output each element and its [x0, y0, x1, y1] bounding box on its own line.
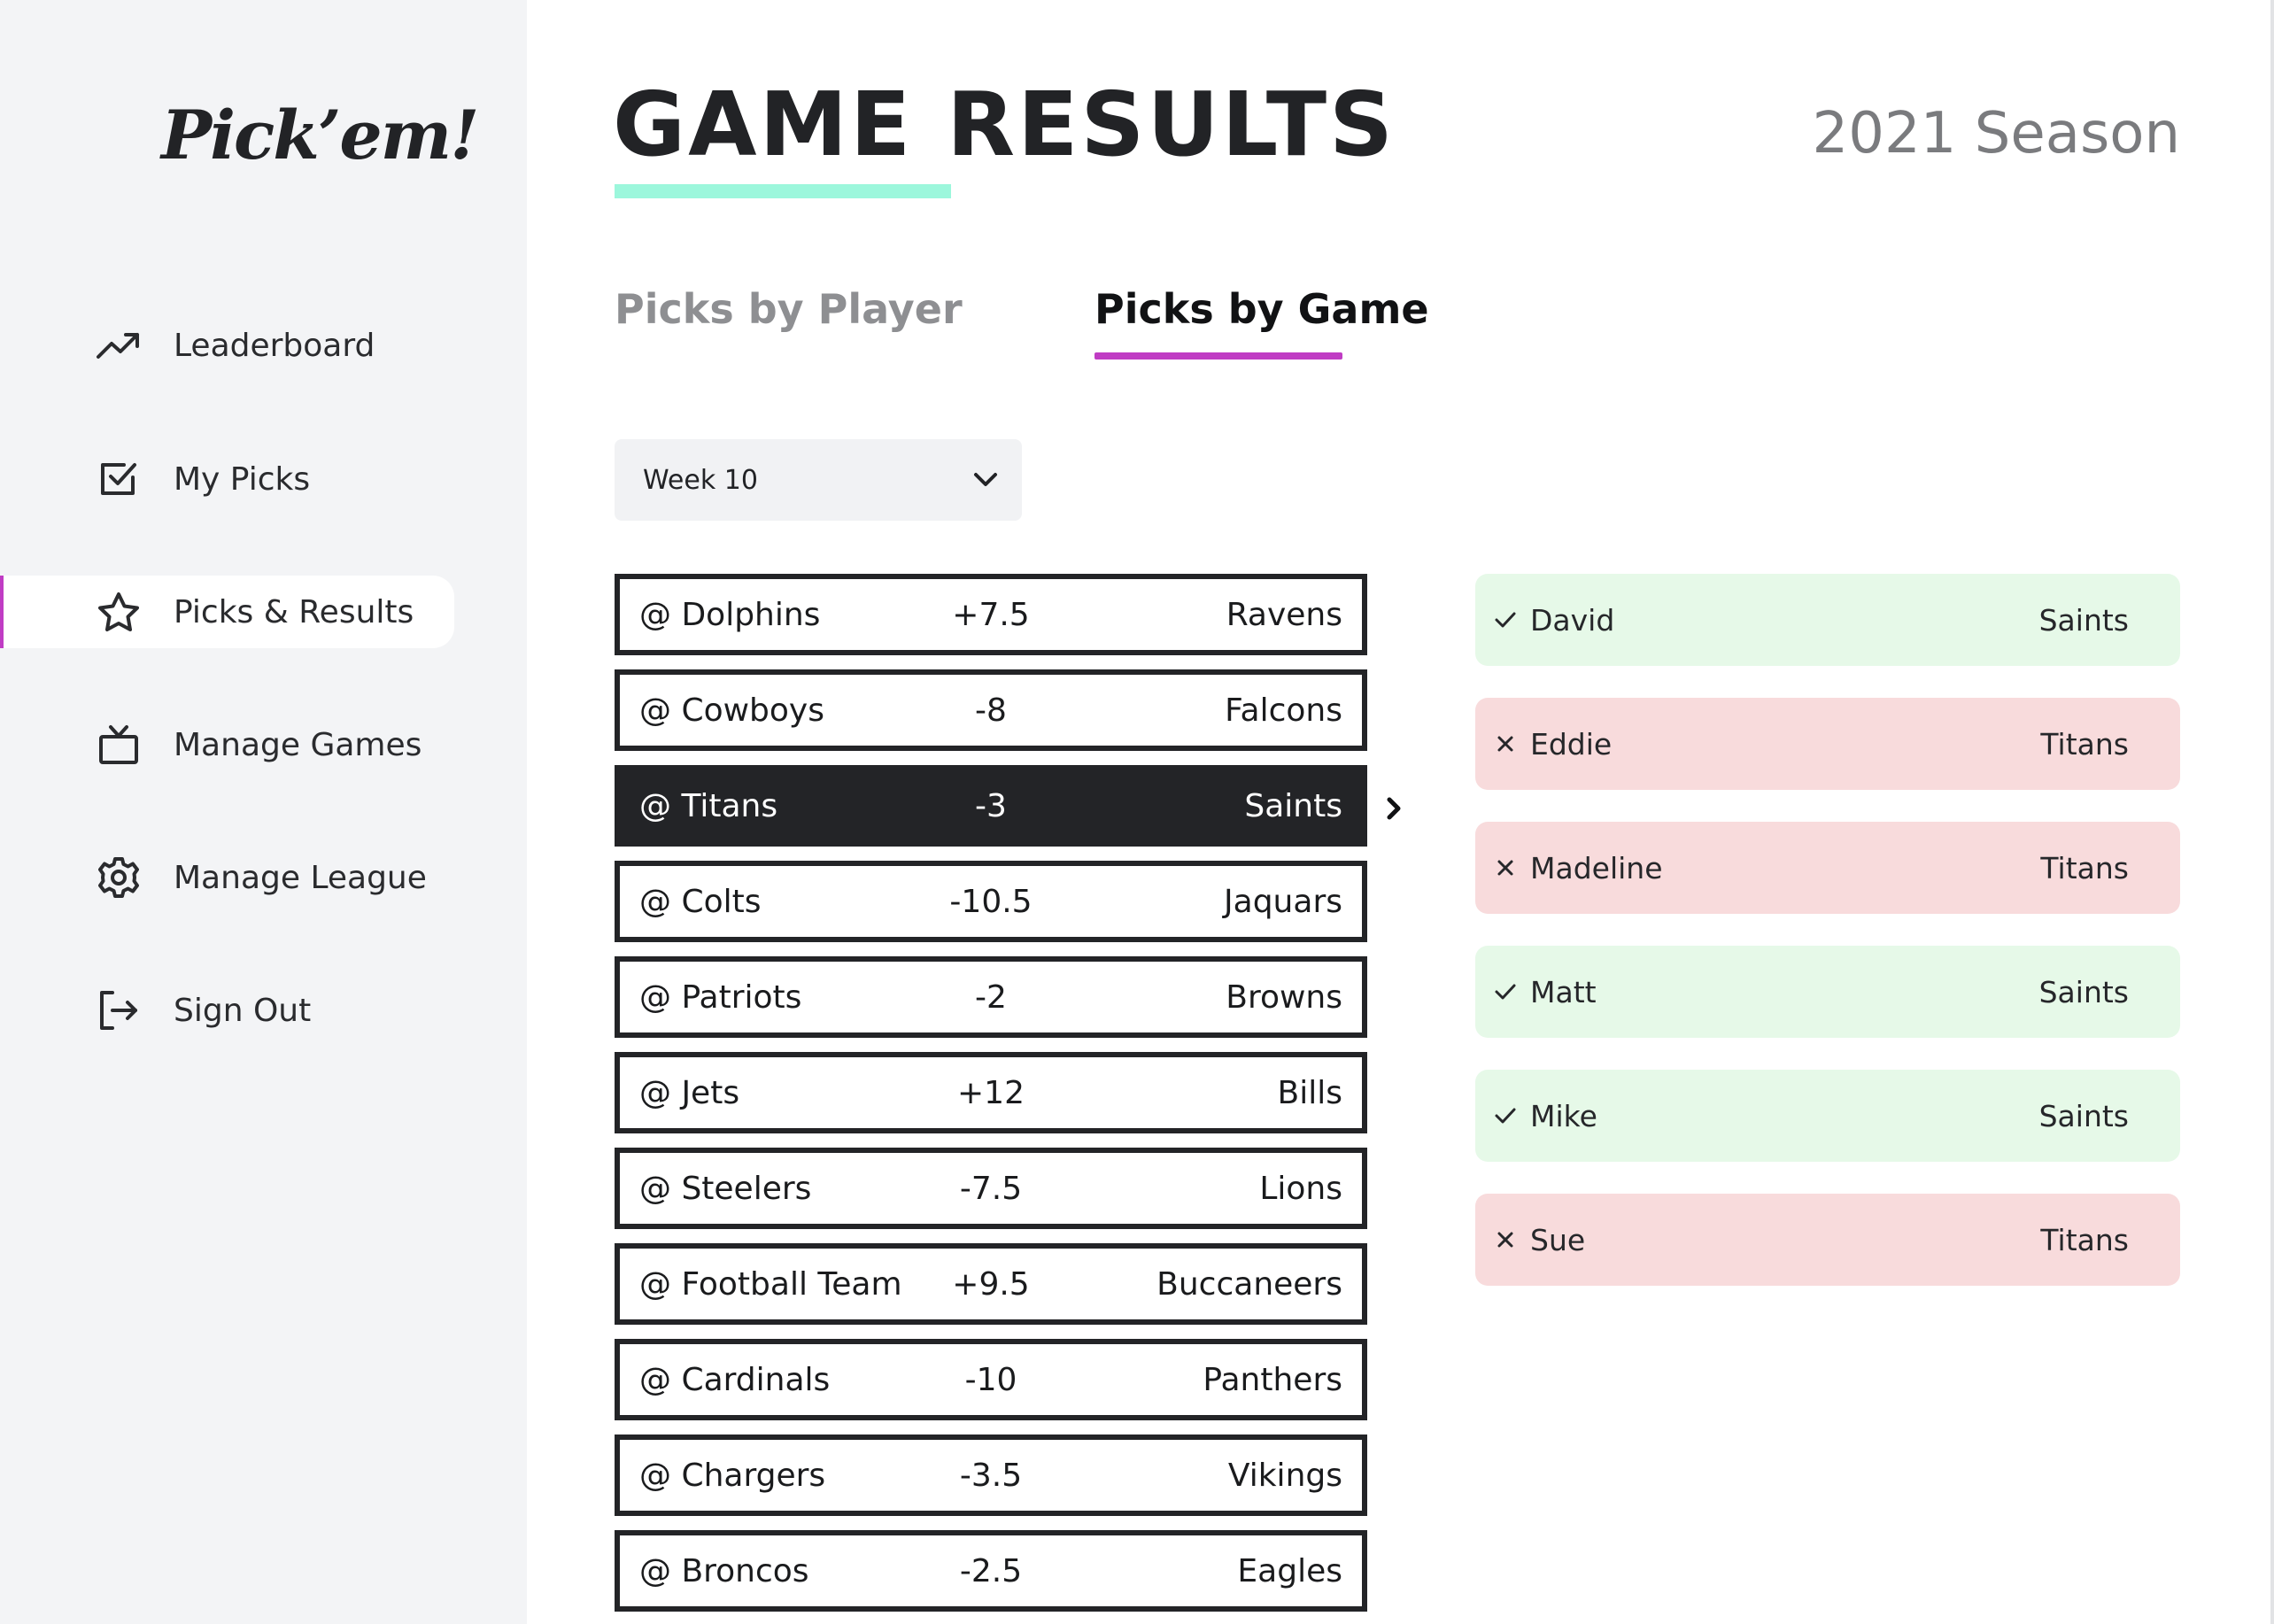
pick-row-mike: Mike Saints: [1475, 1070, 2180, 1162]
pick-team: Titans: [2040, 726, 2129, 762]
check-icon: [1491, 606, 1520, 634]
pick-player-name: Mike: [1530, 1098, 1597, 1133]
sidebar-item-manage-games[interactable]: Manage Games: [0, 708, 454, 781]
week-select-value: Week 10: [643, 464, 758, 496]
gear-icon: [96, 857, 142, 898]
check-icon: [1491, 1102, 1520, 1130]
sidebar-item-my-picks[interactable]: My Picks: [0, 443, 454, 515]
x-icon: [1491, 1226, 1520, 1254]
pick-player-name: Matt: [1530, 974, 1597, 1009]
checkbox-icon: [96, 460, 142, 498]
game-row-chargers[interactable]: @ Chargers -3.5 Vikings: [615, 1435, 1367, 1516]
tab-picks-by-player[interactable]: Picks by Player: [615, 285, 963, 333]
pick-team: Titans: [2040, 850, 2129, 885]
pick-row-matt: Matt Saints: [1475, 946, 2180, 1038]
sidebar-item-manage-league[interactable]: Manage League: [0, 841, 454, 914]
sign-out-icon: [96, 991, 142, 1030]
title-underline: [615, 184, 951, 198]
pick-team: Titans: [2040, 1222, 2129, 1257]
page-title: GAME RESULTS: [613, 73, 1396, 176]
pick-player-name: David: [1530, 602, 1615, 638]
game-row-titans[interactable]: @ Titans -3 Saints: [615, 765, 1367, 847]
game-row-cowboys[interactable]: @ Cowboys -8 Falcons: [615, 669, 1367, 751]
scrollbar[interactable]: [2270, 0, 2274, 1624]
game-away-team: Jaquars: [1224, 883, 1342, 920]
week-select[interactable]: Week 10: [615, 439, 1022, 521]
game-row-broncos[interactable]: @ Broncos -2.5 Eagles: [615, 1530, 1367, 1612]
season-label: 2021 Season: [1812, 101, 2181, 166]
game-away-team: Ravens: [1226, 596, 1342, 633]
sidebar-item-label: Manage Games: [174, 726, 422, 763]
game-away-team: Vikings: [1227, 1457, 1342, 1494]
game-spread: +12: [957, 1074, 1025, 1111]
game-row-colts[interactable]: @ Colts -10.5 Jaquars: [615, 861, 1367, 942]
active-tab-indicator: [1094, 352, 1342, 360]
game-away-team: Lions: [1259, 1170, 1342, 1207]
game-row-patriots[interactable]: @ Patriots -2 Browns: [615, 956, 1367, 1038]
pick-team: Saints: [2038, 974, 2129, 1009]
sidebar-item-sign-out[interactable]: Sign Out: [0, 974, 454, 1047]
sidebar-item-leaderboard[interactable]: Leaderboard: [0, 309, 454, 382]
game-spread: -7.5: [959, 1170, 1023, 1207]
game-away-team: Bills: [1277, 1074, 1342, 1111]
pick-row-sue: Sue Titans: [1475, 1194, 2180, 1286]
game-away-team: Saints: [1244, 787, 1342, 824]
pick-player-name: Madeline: [1530, 850, 1663, 885]
game-row-football-team[interactable]: @ Football Team +9.5 Buccaneers: [615, 1243, 1367, 1325]
tv-icon: [96, 725, 142, 764]
game-away-team: Eagles: [1237, 1552, 1342, 1589]
pick-player-name: Eddie: [1530, 726, 1613, 762]
game-row-jets[interactable]: @ Jets +12 Bills: [615, 1052, 1367, 1133]
game-away-team: Panthers: [1203, 1361, 1342, 1398]
chevron-down-icon: [971, 464, 1001, 498]
star-icon: [96, 592, 142, 631]
pick-row-madeline: Madeline Titans: [1475, 822, 2180, 914]
x-icon: [1491, 730, 1520, 758]
sidebar-item-label: My Picks: [174, 460, 311, 498]
pick-row-david: David Saints: [1475, 574, 2180, 666]
check-icon: [1491, 978, 1520, 1006]
game-row-dolphins[interactable]: @ Dolphins +7.5 Ravens: [615, 574, 1367, 655]
game-row-cardinals[interactable]: @ Cardinals -10 Panthers: [615, 1339, 1367, 1420]
sidebar-item-label: Sign Out: [174, 992, 312, 1029]
sidebar-item-label: Leaderboard: [174, 327, 375, 364]
tab-picks-by-game[interactable]: Picks by Game: [1094, 285, 1429, 333]
pick-player-name: Sue: [1530, 1222, 1586, 1257]
trending-up-icon: [96, 327, 142, 364]
sidebar-item-picks-results[interactable]: Picks & Results: [0, 576, 454, 648]
pick-team: Saints: [2038, 1098, 2129, 1133]
sidebar-item-label: Picks & Results: [174, 593, 414, 630]
app-logo[interactable]: Pick’em!: [161, 96, 480, 174]
pick-row-eddie: Eddie Titans: [1475, 698, 2180, 790]
game-away-team: Buccaneers: [1156, 1265, 1342, 1303]
game-away-team: Browns: [1226, 978, 1342, 1016]
chevron-right-icon: [1383, 795, 1404, 822]
x-icon: [1491, 854, 1520, 882]
pick-team: Saints: [2038, 602, 2129, 638]
sidebar: Pick’em! Leaderboard My Picks Picks & Re…: [0, 0, 527, 1624]
game-away-team: Falcons: [1225, 692, 1342, 729]
sidebar-item-label: Manage League: [174, 859, 427, 896]
game-row-steelers[interactable]: @ Steelers -7.5 Lions: [615, 1148, 1367, 1229]
